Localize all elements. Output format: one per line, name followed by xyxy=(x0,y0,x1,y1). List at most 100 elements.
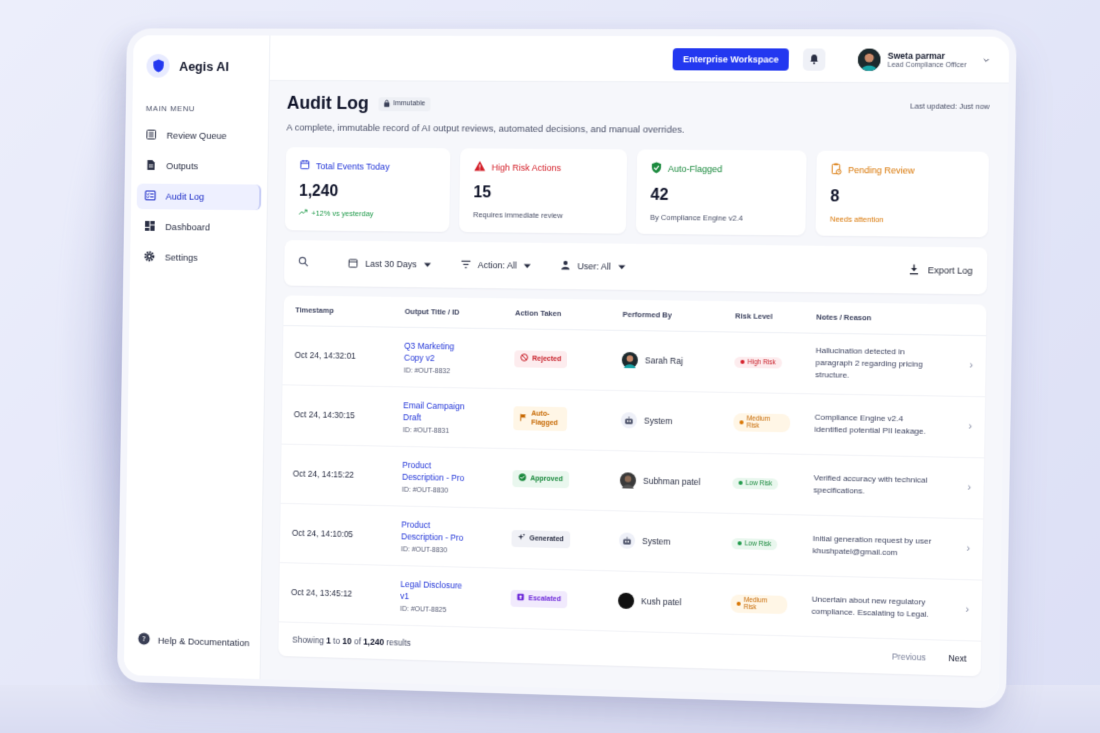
avatar xyxy=(858,48,881,70)
output-title-link[interactable]: Email Campaign Draft xyxy=(403,399,474,424)
chevron-right-icon[interactable]: › xyxy=(966,543,970,555)
device-frame: Aegis AI MAIN MENU Review Queue Outputs xyxy=(124,35,1010,701)
caret-down-icon xyxy=(524,261,531,271)
sidebar-item-label: Audit Log xyxy=(166,191,205,202)
stat-label-row: Total Events Today xyxy=(299,159,436,173)
stat-label: Pending Review xyxy=(848,165,915,176)
notes-text: Compliance Engine v2.4 identified potent… xyxy=(814,412,937,439)
sidebar-item-label: Outputs xyxy=(166,161,198,172)
action-cell: Rejected xyxy=(502,328,610,390)
sidebar-item-dashboard[interactable]: Dashboard xyxy=(136,214,261,241)
clipboard-clock-icon xyxy=(831,163,842,177)
range-from: 1 xyxy=(326,635,331,645)
stat-value: 1,240 xyxy=(299,183,436,202)
stat-label-row: Pending Review xyxy=(831,163,975,178)
output-title-link[interactable]: Product Description - Pro xyxy=(401,518,472,544)
sidebar-item-label: Review Queue xyxy=(167,130,227,141)
person-icon xyxy=(560,260,570,272)
grid-icon xyxy=(144,219,156,234)
brand[interactable]: Aegis AI xyxy=(133,51,269,81)
risk-cell: Low Risk xyxy=(719,513,801,575)
stat-card-auto-flagged: Auto-Flagged 42 By Compliance Engine v2.… xyxy=(636,149,807,235)
action-badge-rejected: Rejected xyxy=(514,350,567,368)
row-chevron-cell[interactable]: › xyxy=(953,579,982,641)
row-chevron-cell[interactable]: › xyxy=(957,335,986,397)
sidebar-item-review-queue[interactable]: Review Queue xyxy=(138,123,263,149)
stat-label: Auto-Flagged xyxy=(668,164,723,174)
sidebar-item-label: Settings xyxy=(165,252,198,263)
risk-label: Low Risk xyxy=(746,480,773,488)
stat-sub: +12% vs yesterday xyxy=(311,209,373,218)
timestamp-cell: Oct 24, 14:10:05 xyxy=(280,503,390,565)
row-chevron-cell[interactable]: › xyxy=(954,518,983,580)
chevron-right-icon[interactable]: › xyxy=(965,604,969,616)
check-circle-icon xyxy=(518,473,526,484)
sidebar-item-settings[interactable]: Settings xyxy=(136,244,261,271)
sidebar-item-audit-log[interactable]: Audit Log xyxy=(137,184,262,211)
row-chevron-cell[interactable]: › xyxy=(955,457,984,519)
risk-dot xyxy=(740,360,744,364)
performed-by-cell: Sarah Raj xyxy=(609,330,722,392)
risk-dot xyxy=(738,541,742,545)
date-filter[interactable]: Last 30 Days xyxy=(348,257,431,271)
sparkle-icon xyxy=(517,533,525,544)
title-cell: Legal Disclosure v1 ID: #OUT-8825 xyxy=(388,565,499,628)
stat-card-high-risk: High Risk Actions 15 Requires immediate … xyxy=(459,148,627,233)
calendar-icon xyxy=(348,257,359,270)
action-label: Escalated xyxy=(528,594,561,604)
page-subtitle: A complete, immutable record of AI outpu… xyxy=(286,123,989,138)
notes-text: Hallucination detected in paragraph 2 re… xyxy=(815,345,938,383)
performed-by-cell: System xyxy=(607,510,720,573)
column-header: Output Title / ID xyxy=(393,297,504,328)
action-badge-escalated: Escalated xyxy=(511,589,568,607)
caret-down-icon xyxy=(618,262,625,272)
notes-cell: Compliance Engine v2.4 identified potent… xyxy=(802,393,957,457)
sidebar-item-outputs[interactable]: Outputs xyxy=(137,153,262,180)
action-filter[interactable]: Action: All xyxy=(460,259,531,271)
stat-value: 8 xyxy=(830,188,974,207)
risk-cell: Medium Risk xyxy=(718,573,800,636)
risk-dot xyxy=(739,481,743,485)
help-documentation-link[interactable]: ? Help & Documentation xyxy=(138,632,250,651)
action-badge-approved: Approved xyxy=(512,470,569,488)
action-cell: Auto-Flagged xyxy=(501,388,609,450)
user-filter[interactable]: User: All xyxy=(560,260,625,273)
output-title-link[interactable]: Q3 Marketing Copy v2 xyxy=(404,339,475,364)
flag-icon xyxy=(519,413,527,424)
caret-down-icon xyxy=(424,259,431,269)
title-cell: Q3 Marketing Copy v2 ID: #OUT-8832 xyxy=(392,327,503,388)
performer-name: System xyxy=(644,416,673,427)
chevron-right-icon[interactable]: › xyxy=(969,359,973,371)
download-icon xyxy=(909,263,919,276)
search-icon[interactable] xyxy=(298,254,309,272)
risk-badge-high: High Risk xyxy=(734,356,782,368)
risk-dot xyxy=(737,602,741,606)
stat-label: Total Events Today xyxy=(316,161,390,171)
results-word: results xyxy=(386,637,411,648)
user-menu[interactable]: Sweta parmar Lead Compliance Officer xyxy=(858,48,991,71)
chevron-right-icon[interactable]: › xyxy=(967,481,971,493)
output-title-link[interactable]: Legal Disclosure v1 xyxy=(400,578,471,604)
next-page-button[interactable]: Next xyxy=(948,652,966,663)
timestamp-cell: Oct 24, 14:32:01 xyxy=(283,325,393,386)
output-id: ID: #OUT-8830 xyxy=(401,546,488,555)
checklist-icon xyxy=(144,189,156,204)
row-chevron-cell[interactable]: › xyxy=(956,396,985,458)
stats-row: Total Events Today 1,240 +12% vs yesterd… xyxy=(285,147,989,237)
output-title-link[interactable]: Product Description - Pro xyxy=(402,458,473,483)
notes-text: Initial generation request by user khush… xyxy=(812,533,935,560)
output-id: ID: #OUT-8832 xyxy=(404,367,491,375)
svg-text:?: ? xyxy=(142,635,146,643)
shield-check-icon xyxy=(651,162,662,176)
bell-icon[interactable] xyxy=(803,48,826,70)
risk-cell: Low Risk xyxy=(720,452,802,514)
block-icon xyxy=(520,353,528,364)
column-header-spacer xyxy=(958,304,987,335)
enterprise-workspace-button[interactable]: Enterprise Workspace xyxy=(673,48,789,70)
risk-label: Medium Risk xyxy=(746,415,784,430)
chevron-right-icon[interactable]: › xyxy=(968,420,972,432)
export-log-button[interactable]: Export Log xyxy=(909,263,972,277)
of-word: of xyxy=(354,636,361,646)
previous-page-button[interactable]: Previous xyxy=(892,651,926,662)
stat-label-row: Auto-Flagged xyxy=(651,162,792,177)
